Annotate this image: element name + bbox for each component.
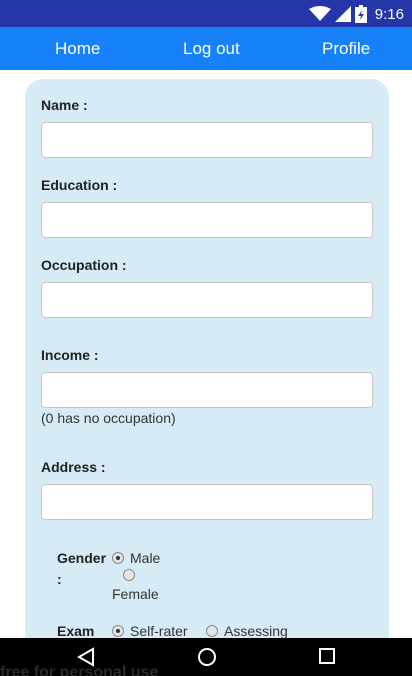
exam-assessing-label: Assessing <box>224 623 288 639</box>
occupation-label: Occupation : <box>41 257 127 273</box>
gender-option-male[interactable]: Male <box>112 550 160 566</box>
income-input[interactable] <box>41 372 373 408</box>
nav-logout-link[interactable]: Log out <box>183 39 240 59</box>
address-label: Address : <box>41 459 106 475</box>
status-time: 9:16 <box>374 5 404 23</box>
exam-self-rater-radio[interactable] <box>112 625 124 637</box>
status-icons: 9:16 <box>308 4 404 24</box>
exam-option-self-rater[interactable]: Self-rater <box>112 623 188 639</box>
occupation-input[interactable] <box>41 282 373 318</box>
cell-signal-icon <box>334 6 351 22</box>
name-label: Name : <box>41 97 88 113</box>
education-label: Education : <box>41 177 118 193</box>
exam-assessing-radio[interactable] <box>206 625 218 637</box>
home-circle-icon[interactable] <box>197 647 217 667</box>
exam-label: Exam <box>57 623 95 639</box>
recents-square-icon[interactable] <box>318 647 336 665</box>
battery-icon <box>354 5 367 23</box>
gender-label: Gender <box>57 550 107 566</box>
income-hint: (0 has no occupation) <box>41 410 176 426</box>
nav-profile-link[interactable]: Profile <box>322 39 370 59</box>
gender-label-colon: : <box>57 571 62 587</box>
income-label: Income : <box>41 347 99 363</box>
gender-female-label: Female <box>112 586 159 602</box>
top-navbar: Home Log out Profile <box>0 27 412 70</box>
status-bar: 9:16 <box>0 0 412 27</box>
wifi-icon <box>308 6 331 21</box>
education-input[interactable] <box>41 202 373 238</box>
nav-home-link[interactable]: Home <box>55 39 100 59</box>
gender-female-radio[interactable] <box>123 569 135 581</box>
exam-option-assessing[interactable]: Assessing <box>206 623 288 639</box>
address-input[interactable] <box>41 484 373 520</box>
gender-male-radio[interactable] <box>112 552 124 564</box>
name-input[interactable] <box>41 122 373 158</box>
watermark-text: free for personal use <box>0 664 159 676</box>
exam-self-rater-label: Self-rater <box>130 623 188 639</box>
gender-male-label: Male <box>130 550 161 566</box>
